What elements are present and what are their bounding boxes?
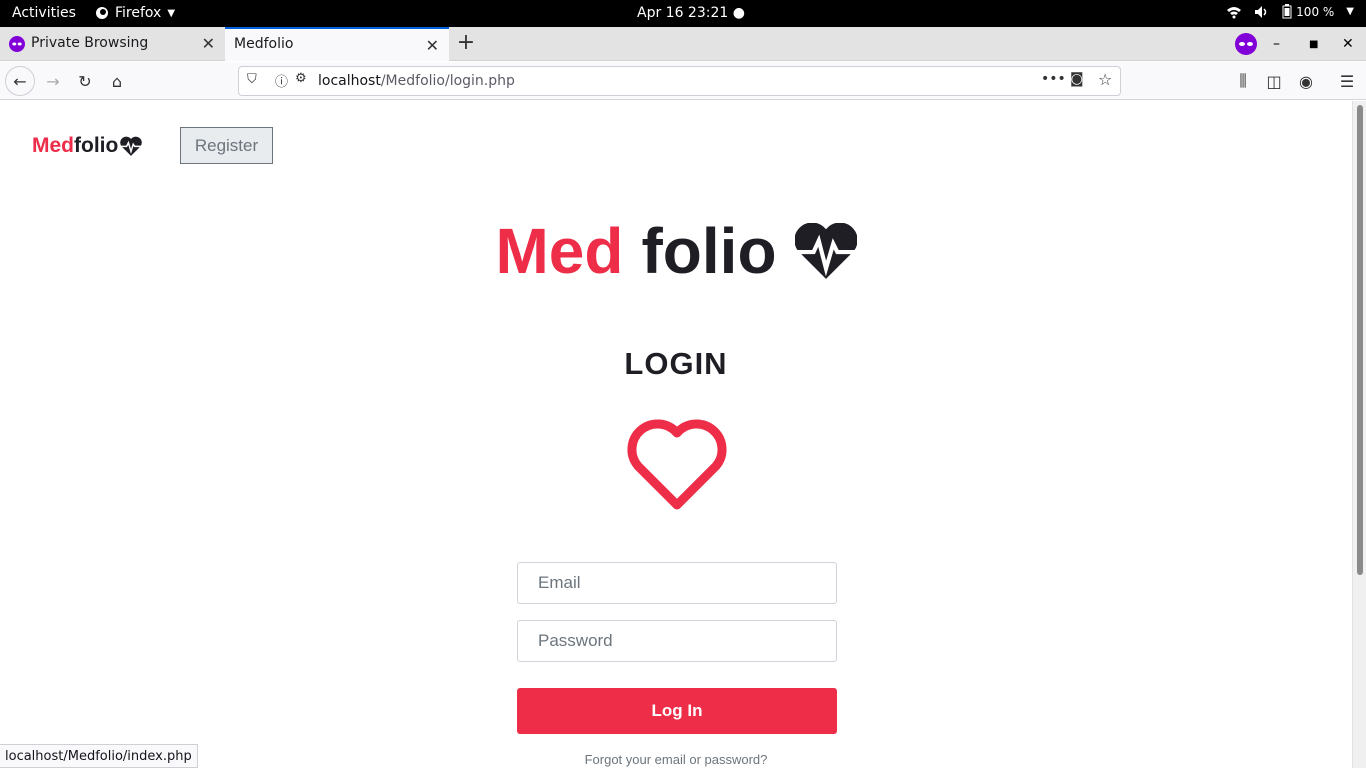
back-arrow-icon[interactable]: ←	[5, 66, 35, 96]
volume-icon	[1255, 5, 1267, 18]
forward-arrow-icon[interactable]: →	[38, 66, 68, 96]
private-mask-icon	[9, 36, 25, 52]
login-heading: LOGIN	[624, 346, 728, 381]
url-path: /Medfolio/login.php	[380, 73, 515, 89]
hero-med: Med	[495, 215, 624, 287]
private-browsing-indicator	[1234, 27, 1258, 61]
shield-icon[interactable]: ⛉	[247, 72, 257, 87]
forgot-password-link[interactable]: Forgot your email or password?	[0, 752, 1352, 767]
permissions-icon[interactable]: ⚙	[295, 71, 307, 86]
password-field[interactable]	[517, 620, 837, 662]
info-icon[interactable]: ⓘ	[275, 71, 288, 90]
login-button[interactable]: Log In	[517, 688, 837, 734]
brand-logo[interactable]: Med folio	[32, 134, 143, 158]
firefox-icon	[96, 7, 108, 19]
tab-private-browsing[interactable]: Private Browsing ✕	[0, 27, 225, 61]
heartbeat-icon	[120, 136, 143, 156]
close-tab-icon[interactable]: ✕	[426, 36, 439, 55]
page-content: Medfolio Register Med folio LOGIN Log In…	[0, 101, 1352, 768]
scrollbar-thumb[interactable]	[1357, 105, 1363, 575]
reload-icon[interactable]: ↻	[70, 66, 100, 96]
tab-title: Private Browsing	[31, 35, 149, 51]
hamburger-menu-icon[interactable]: ☰	[1332, 66, 1362, 96]
status-url-tooltip: localhost/Medfolio/index.php	[0, 744, 198, 768]
url-host: localhost	[318, 73, 381, 89]
register-button[interactable]: Register	[180, 127, 273, 164]
brand-med: Med	[32, 134, 74, 157]
app-menu[interactable]: Firefox ▼	[95, 5, 175, 21]
tab-title: Medfolio	[234, 36, 294, 52]
battery-icon	[1282, 4, 1292, 19]
address-bar[interactable]: ⛉ ⓘ ⚙ localhost/Medfolio/login.php ••• ◙…	[238, 66, 1121, 96]
clock[interactable]: Apr 16 23:21 ●	[637, 5, 745, 21]
brand-folio: folio	[74, 134, 119, 157]
chevron-down-icon: ▼	[167, 7, 176, 19]
clock-text: Apr 16 23:21	[637, 5, 729, 21]
app-menu-label: Firefox	[115, 5, 162, 21]
tab-medfolio[interactable]: Medfolio ✕	[225, 27, 449, 61]
close-window-icon[interactable]: ✕	[1342, 27, 1354, 61]
pocket-icon[interactable]: ◙	[1070, 71, 1084, 87]
url-text[interactable]: localhost/Medfolio/login.php	[318, 73, 515, 89]
tab-strip: Private Browsing ✕ Medfolio ✕ + – ■ ✕	[0, 27, 1366, 61]
system-tray[interactable]: 100 % ▼	[1226, 4, 1354, 19]
wifi-icon	[1227, 6, 1242, 18]
heartbeat-icon	[794, 223, 857, 279]
system-top-bar: Activities Firefox ▼ Apr 16 23:21 ● 100 …	[0, 0, 1366, 27]
account-icon[interactable]: ◉	[1291, 66, 1321, 96]
more-actions-icon[interactable]: •••	[1041, 71, 1066, 87]
hero-title: Med folio	[0, 213, 1352, 289]
page-scrollbar[interactable]	[1352, 101, 1366, 768]
minimize-icon[interactable]: –	[1273, 27, 1280, 61]
new-tab-plus-icon[interactable]: +	[455, 30, 477, 55]
activities-button[interactable]: Activities	[12, 5, 76, 21]
close-tab-icon[interactable]: ✕	[202, 34, 215, 53]
heart-outline-icon	[627, 419, 727, 510]
navigation-toolbar: ← → ↻ ⌂ ⛉ ⓘ ⚙ localhost/Medfolio/login.p…	[0, 62, 1366, 100]
bookmark-star-icon[interactable]: ☆	[1098, 70, 1112, 89]
hero-folio: folio	[641, 215, 777, 287]
chevron-down-icon: ▼	[1346, 6, 1354, 17]
sidebar-icon[interactable]: ◫	[1259, 66, 1289, 96]
home-icon[interactable]: ⌂	[102, 66, 132, 96]
maximize-icon[interactable]: ■	[1309, 27, 1318, 61]
notification-dot-icon: ●	[732, 5, 745, 21]
email-field[interactable]	[517, 562, 837, 604]
battery-percent: 100 %	[1296, 4, 1335, 19]
private-mask-icon	[1235, 33, 1257, 55]
library-icon[interactable]: ⫼	[1228, 66, 1258, 96]
